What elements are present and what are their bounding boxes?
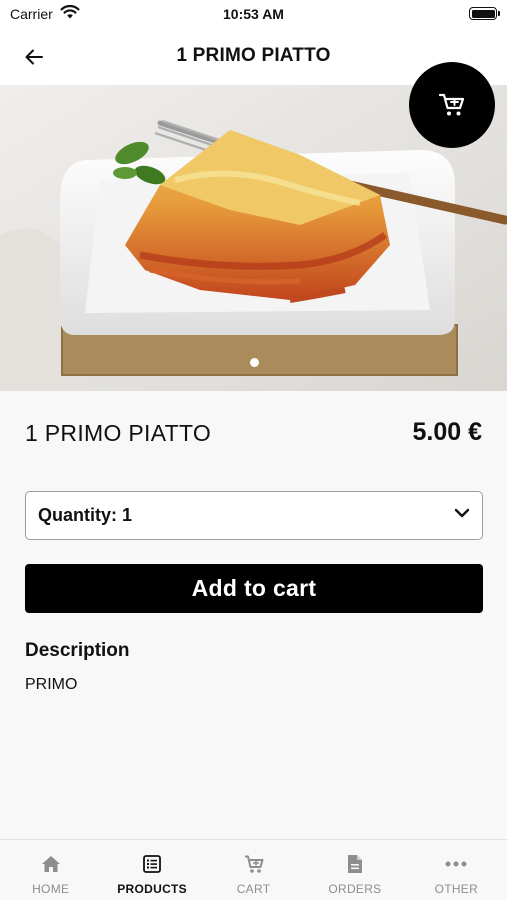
list-icon [143, 854, 162, 874]
quantity-label: Quantity: 1 [38, 505, 132, 526]
page-title: 1 PRIMO PIATTO [176, 45, 331, 66]
add-to-cart-button[interactable]: Add to cart [25, 564, 483, 613]
home-icon [41, 854, 61, 874]
document-icon [347, 854, 363, 874]
tab-home[interactable]: HOME [0, 840, 101, 900]
quantity-label-text: Quantity: [38, 505, 122, 525]
cart-icon [244, 854, 264, 874]
tab-label: HOME [32, 882, 70, 896]
description-heading: Description [25, 640, 130, 661]
bottom-tab-bar: HOME PRODUCTS CART ORDERS OTHER [0, 839, 507, 900]
tab-label: OTHER [434, 882, 479, 896]
tab-cart[interactable]: CART [203, 840, 304, 900]
tab-label: CART [236, 882, 271, 896]
tab-label: ORDERS [328, 882, 382, 896]
quantity-select[interactable]: Quantity: 1 [25, 491, 483, 540]
tab-label: PRODUCTS [117, 882, 187, 896]
tab-products[interactable]: PRODUCTS [101, 840, 202, 900]
tab-other[interactable]: OTHER [406, 840, 507, 900]
more-icon [445, 854, 467, 874]
tab-orders[interactable]: ORDERS [304, 840, 405, 900]
product-price: 5.00 € [412, 418, 482, 446]
battery-icon [469, 7, 500, 20]
cart-button[interactable] [409, 62, 495, 148]
status-bar: Carrier 10:53 AM [0, 0, 507, 30]
chevron-down-icon [454, 508, 470, 518]
description-text: PRIMO [25, 676, 78, 693]
shopping-cart-icon [439, 93, 465, 116]
product-name: 1 PRIMO PIATTO [25, 420, 212, 446]
quantity-value: 1 [122, 505, 133, 525]
status-time: 10:53 AM [223, 6, 284, 22]
carousel-dot[interactable] [250, 358, 259, 367]
